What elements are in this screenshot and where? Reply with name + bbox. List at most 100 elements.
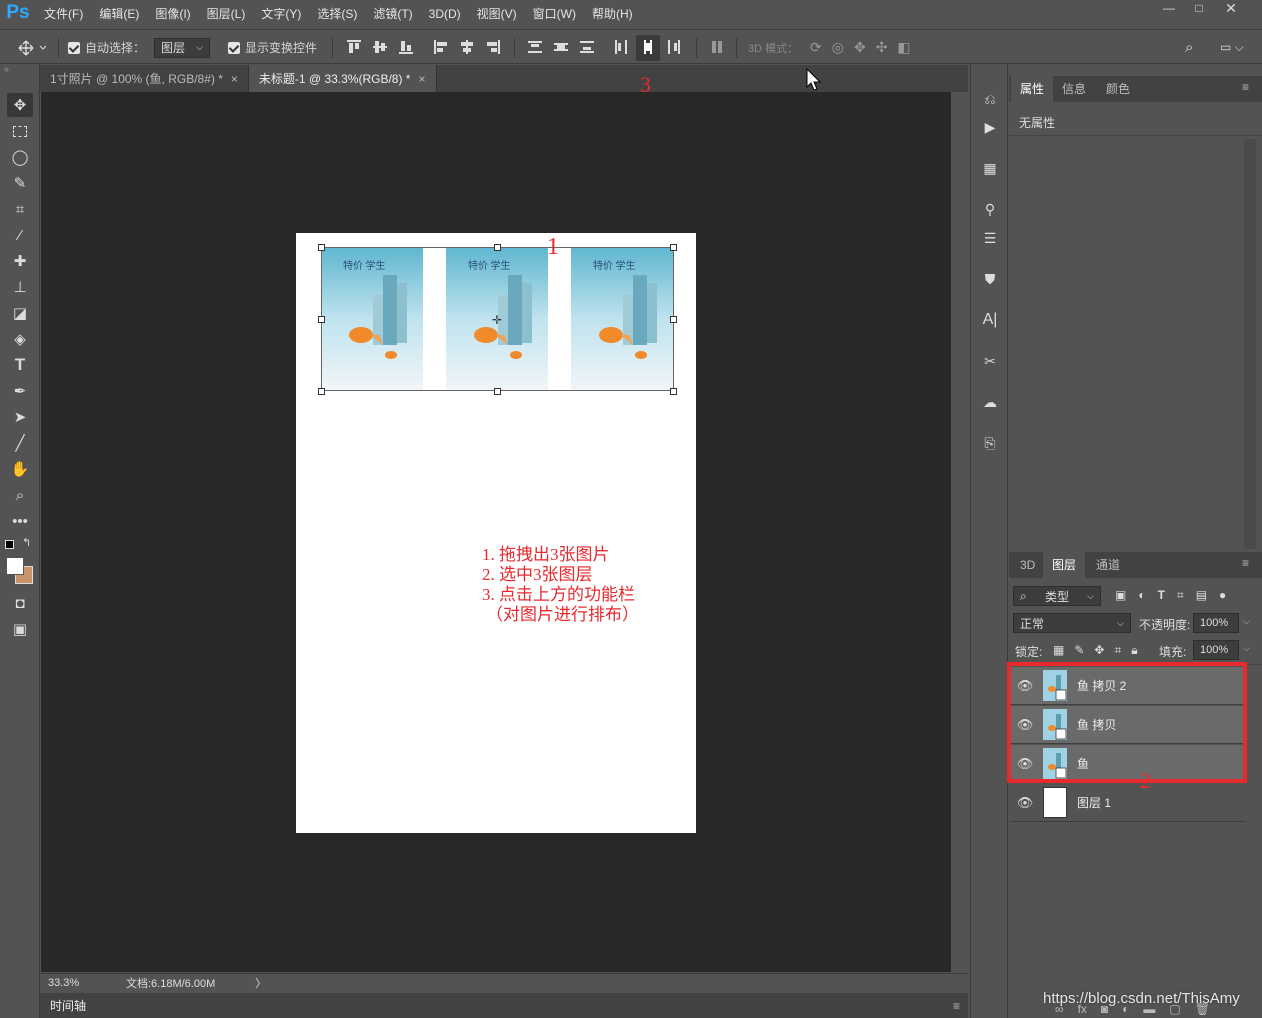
3d-camera-icon[interactable]: ◧ xyxy=(897,39,910,56)
tab-color[interactable]: 颜色 xyxy=(1097,76,1139,102)
panel-menu-icon[interactable]: ≡ xyxy=(1242,556,1249,570)
align-hcenter-icon[interactable] xyxy=(460,40,474,54)
marquee-tool-icon[interactable] xyxy=(7,119,33,143)
transform-handle[interactable] xyxy=(318,388,325,395)
menu-select[interactable]: 选择(S) xyxy=(309,0,365,28)
transform-handle[interactable] xyxy=(494,388,501,395)
tab-close-icon[interactable]: × xyxy=(418,72,425,86)
move-tool-preset[interactable] xyxy=(18,30,48,65)
default-colors-icon[interactable] xyxy=(5,540,14,549)
3d-roll-icon[interactable]: ◎ xyxy=(832,39,844,56)
menu-image[interactable]: 图像(I) xyxy=(147,0,198,28)
layer-row[interactable]: 👁︎ 图层 1 xyxy=(1010,784,1246,822)
close-icon[interactable]: ✕ xyxy=(1216,0,1246,18)
zoom-tool-icon[interactable]: ⌕ xyxy=(7,483,33,507)
align-left-icon[interactable] xyxy=(434,40,448,54)
paint-bucket-tool-icon[interactable]: ◈ xyxy=(7,327,33,351)
menu-type[interactable]: 文字(Y) xyxy=(253,0,309,28)
hand-tool-icon[interactable]: ✋ xyxy=(7,457,33,481)
minimize-icon[interactable]: — xyxy=(1154,0,1184,18)
character-icon[interactable]: A| xyxy=(979,309,1001,331)
show-transform-checkbox[interactable] xyxy=(228,41,240,54)
transform-handle[interactable] xyxy=(318,316,325,323)
filter-adjustment-icon[interactable]: ◐ xyxy=(1138,588,1145,603)
lock-transparent-icon[interactable]: ▦ xyxy=(1053,643,1064,658)
lock-position-icon[interactable]: ✥ xyxy=(1094,643,1104,658)
eraser-tool-icon[interactable]: ◪ xyxy=(7,301,33,325)
menu-layer[interactable]: 图层(L) xyxy=(199,0,254,28)
quick-mask-icon[interactable]: ◘ xyxy=(7,591,33,615)
filter-smart-object-icon[interactable]: ▤ xyxy=(1196,588,1207,603)
libraries-icon[interactable]: ☁ xyxy=(979,391,1001,413)
transform-handle[interactable] xyxy=(670,316,677,323)
distribute-vcenter-icon[interactable] xyxy=(554,40,568,54)
filter-type-icon[interactable]: T xyxy=(1158,588,1165,603)
swap-colors-icon[interactable]: ↰ xyxy=(22,536,31,549)
styles-icon[interactable]: ⛊ xyxy=(979,268,1001,290)
tab-channels[interactable]: 通道 xyxy=(1087,552,1129,578)
history-icon[interactable]: ⎌ xyxy=(979,88,1001,110)
panel-menu-icon[interactable]: ≡ xyxy=(1242,80,1249,94)
align-right-icon[interactable] xyxy=(486,40,500,54)
lock-artboard-icon[interactable]: ⌗ xyxy=(1114,643,1121,658)
align-bottom-icon[interactable] xyxy=(399,40,413,54)
3d-rotate-icon[interactable]: ⟳ xyxy=(810,39,822,56)
line-tool-icon[interactable]: ╱ xyxy=(7,431,33,455)
tab-properties[interactable]: 属性 xyxy=(1011,76,1054,102)
auto-align-icon[interactable] xyxy=(710,40,724,54)
distribute-left-icon[interactable] xyxy=(614,40,628,54)
fill-input[interactable]: 100% xyxy=(1193,640,1239,660)
lasso-tool-icon[interactable]: ◯ xyxy=(7,145,33,169)
auto-select-checkbox[interactable] xyxy=(68,41,80,54)
quick-select-tool-icon[interactable]: ✎ xyxy=(7,171,33,195)
menu-3d[interactable]: 3D(D) xyxy=(421,0,469,28)
tab-info[interactable]: 信息 xyxy=(1053,76,1095,102)
lock-all-icon[interactable]: 🔒︎ xyxy=(1131,643,1137,658)
menu-file[interactable]: 文件(F) xyxy=(36,0,91,28)
healing-brush-tool-icon[interactable]: ✚ xyxy=(7,249,33,273)
distribute-top-icon[interactable] xyxy=(528,40,542,54)
brushes-icon[interactable]: ⚲ xyxy=(979,198,1001,220)
filter-toggle-icon[interactable]: ● xyxy=(1219,588,1226,603)
foreground-color-swatch[interactable] xyxy=(6,557,24,575)
swatches-grid-icon[interactable]: ▦ xyxy=(979,157,1001,179)
filter-shape-icon[interactable]: ⌗ xyxy=(1177,588,1184,603)
3d-slide-icon[interactable]: ✣ xyxy=(876,39,888,56)
screen-mode-icon[interactable]: ▣ xyxy=(7,617,33,641)
panel-menu-icon[interactable]: ≡ xyxy=(953,999,960,1013)
align-top-icon[interactable] xyxy=(347,40,361,54)
align-vcenter-icon[interactable] xyxy=(373,40,387,54)
pen-tool-icon[interactable]: ✒ xyxy=(7,379,33,403)
menu-edit[interactable]: 编辑(E) xyxy=(91,0,147,28)
tool-presets-icon[interactable]: ✂ xyxy=(979,350,1001,372)
vertical-scrollbar[interactable] xyxy=(951,92,968,972)
tab-3d[interactable]: 3D xyxy=(1011,552,1044,578)
more-tools-icon[interactable]: ••• xyxy=(7,509,33,533)
distribute-right-icon[interactable] xyxy=(667,40,681,54)
transform-handle[interactable] xyxy=(670,388,677,395)
move-tool-icon[interactable]: ✥ xyxy=(7,93,33,117)
blend-mode-dropdown[interactable]: 正常 ⌵ xyxy=(1013,613,1131,633)
lock-pixels-icon[interactable]: ✎ xyxy=(1074,643,1084,658)
workspace-switcher-icon[interactable]: ▭ ⌵ xyxy=(1220,30,1244,65)
reference-point-icon[interactable]: ✛ xyxy=(492,313,502,327)
layer-filter-dropdown[interactable]: ⌕ 类型 ⌵ xyxy=(1013,586,1101,606)
tab-close-icon[interactable]: × xyxy=(231,72,238,86)
opacity-input[interactable]: 100% xyxy=(1193,613,1239,633)
menu-view[interactable]: 视图(V) xyxy=(469,0,525,28)
distribute-bottom-icon[interactable] xyxy=(580,40,594,54)
menu-window[interactable]: 窗口(W) xyxy=(525,0,584,28)
auto-select-dropdown[interactable]: 图层 ⌵ xyxy=(154,37,210,58)
transform-handle[interactable] xyxy=(494,244,501,251)
status-menu-arrow[interactable]: 〉 xyxy=(255,975,266,991)
filter-pixel-icon[interactable]: ▣ xyxy=(1115,588,1126,603)
visibility-eye-icon[interactable]: 👁︎ xyxy=(1010,795,1040,811)
chevron-down-icon[interactable]: ⌵ xyxy=(1243,616,1250,627)
distribute-hcenter-icon[interactable] xyxy=(641,40,655,54)
paths-icon[interactable]: ⎘ xyxy=(979,432,1001,454)
crop-tool-icon[interactable]: ⌗ xyxy=(7,197,33,221)
search-icon[interactable]: ⌕ xyxy=(1185,30,1193,65)
eyedropper-tool-icon[interactable]: ⁄ xyxy=(7,223,33,247)
transform-handle[interactable] xyxy=(318,244,325,251)
path-select-tool-icon[interactable]: ➤ xyxy=(7,405,33,429)
